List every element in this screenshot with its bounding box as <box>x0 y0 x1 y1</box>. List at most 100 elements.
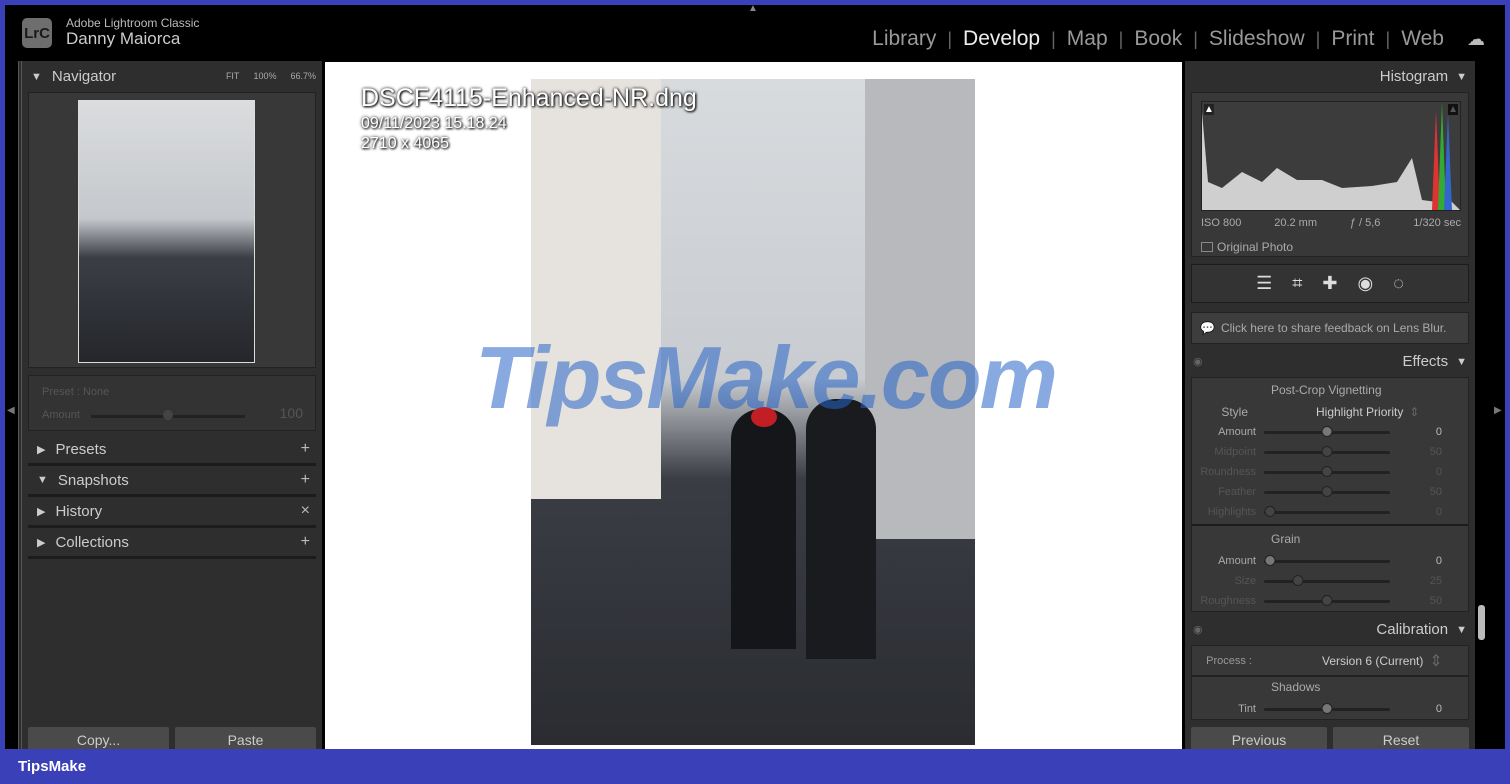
right-panel: Histogram▼ ▲ ▲ ISO 80020.2 mmƒ / 5,61/32… <box>1185 61 1475 749</box>
navigator-preview[interactable] <box>28 92 316 368</box>
slider-value: 0 <box>1390 506 1442 518</box>
slider-label: Midpoint <box>1192 446 1264 458</box>
histogram-graph[interactable]: ▲ ▲ <box>1201 101 1461 211</box>
process-value: Version 6 (Current) <box>1322 654 1423 668</box>
cloud-icon[interactable]: ☁ <box>1467 29 1485 50</box>
grain-amount-slider[interactable] <box>1264 560 1390 563</box>
slider-knob[interactable] <box>1265 506 1276 517</box>
slider-knob[interactable] <box>1322 426 1333 437</box>
crop-icon[interactable]: ⌗ <box>1292 273 1302 294</box>
slider-label: Roundness <box>1192 466 1264 478</box>
grain-amount-row: Amount0 <box>1192 551 1468 571</box>
module-picker: Library| Develop| Map| Book| Slideshow| … <box>861 27 1485 51</box>
vignette-amount-row: Amount0 <box>1192 422 1468 442</box>
process-select[interactable]: Process :Version 6 (Current)⇕ <box>1191 645 1469 676</box>
effects-header[interactable]: ◉Effects▼ <box>1185 346 1475 377</box>
grain-roughness-slider[interactable] <box>1264 600 1390 603</box>
module-slideshow[interactable]: Slideshow <box>1198 27 1316 51</box>
section-snapshots[interactable]: ▼Snapshots+ <box>28 466 316 497</box>
collapse-top-arrow-icon[interactable]: ▲ <box>748 3 758 14</box>
clear-history-icon[interactable]: × <box>301 502 310 520</box>
section-history[interactable]: ▶History× <box>28 497 316 528</box>
original-photo-checkbox[interactable]: Original Photo <box>1201 240 1293 254</box>
shadow-clipping-icon[interactable]: ▲ <box>1204 104 1214 115</box>
tint-value: 0 <box>1390 703 1442 715</box>
vignette-roundness-slider[interactable] <box>1264 471 1390 474</box>
add-preset-icon[interactable]: + <box>301 440 310 458</box>
vignette-highlights-row: Highlights 0 <box>1192 502 1468 522</box>
collapse-triangle-icon: ▼ <box>31 71 42 83</box>
calibration-shadows: Shadows Tint0 <box>1191 676 1469 720</box>
tipsmake-banner: TipsMake <box>0 749 1510 784</box>
vignette-roundness-row: Roundness0 <box>1192 462 1468 482</box>
slider-value: 25 <box>1390 575 1442 587</box>
zoom-custom[interactable]: 66.7% <box>290 71 316 81</box>
preset-amount-box: Preset : None Amount 100 <box>28 375 316 431</box>
style-value: Highlight Priority <box>1316 405 1403 419</box>
photo-dimensions: 2710 x 4065 <box>361 135 697 153</box>
vignette-style-select[interactable]: StyleHighlight Priority⇕ <box>1192 402 1468 422</box>
collapse-left-arrow-icon[interactable]: ◀ <box>7 405 15 416</box>
grain-title: Grain <box>1192 532 1468 551</box>
collapse-right-arrow-icon[interactable]: ▶ <box>1494 405 1502 416</box>
vignette-amount-slider[interactable] <box>1264 431 1390 434</box>
vignette-feather-slider[interactable] <box>1264 491 1390 494</box>
navigator-thumbnail[interactable] <box>78 100 255 363</box>
module-develop[interactable]: Develop <box>952 27 1051 51</box>
add-snapshot-icon[interactable]: + <box>301 471 310 489</box>
vignette-highlights-slider[interactable] <box>1264 511 1390 514</box>
highlight-clipping-icon[interactable]: ▲ <box>1448 104 1458 115</box>
calibration-header[interactable]: ◉Calibration▼ <box>1185 614 1475 645</box>
section-collections[interactable]: ▶Collections+ <box>28 528 316 559</box>
masking-icon[interactable]: ◌ <box>1393 273 1404 294</box>
section-presets[interactable]: ▶Presets+ <box>28 435 316 466</box>
slider-knob[interactable] <box>1322 595 1333 606</box>
left-panel: ▼ Navigator FIT 100% 66.7% Preset : None Am… <box>18 61 322 749</box>
calibration-title: Calibration <box>1376 621 1448 638</box>
slider-knob[interactable] <box>1322 446 1333 457</box>
grain-size-slider[interactable] <box>1264 580 1390 583</box>
histogram-header[interactable]: Histogram▼ <box>1185 61 1475 92</box>
slider-knob[interactable] <box>1322 466 1333 477</box>
slider-knob[interactable] <box>1265 555 1276 566</box>
red-eye-icon[interactable]: ◉ <box>1357 273 1373 294</box>
eye-icon[interactable]: ◉ <box>1193 355 1203 368</box>
preset-amount-slider[interactable] <box>91 415 245 418</box>
vignette-midpoint-slider[interactable] <box>1264 451 1390 454</box>
zoom-100[interactable]: 100% <box>253 71 276 81</box>
eye-icon[interactable]: ◉ <box>1193 623 1203 636</box>
slider-label: Feather <box>1192 486 1264 498</box>
amount-label: Amount <box>42 409 80 421</box>
lrc-logo: LrC <box>22 18 52 48</box>
photo-canvas[interactable]: TipsMake.com DSCF4115-Enhanced-NR.dng 09… <box>325 62 1182 749</box>
vignette-midpoint-row: Midpoint50 <box>1192 442 1468 462</box>
effects-panel: Post-Crop Vignetting StyleHighlight Prio… <box>1191 377 1469 612</box>
process-label: Process : <box>1192 655 1252 667</box>
lens-blur-feedback[interactable]: 💬Click here to share feedback on Lens Bl… <box>1191 312 1469 344</box>
user-name: Danny Maiorca <box>66 29 180 49</box>
slider-label: Amount <box>1192 555 1264 567</box>
healing-bandage-icon[interactable]: ✚ <box>1322 273 1337 294</box>
watermark: TipsMake.com <box>475 327 1056 429</box>
aperture: ƒ / 5,6 <box>1350 217 1381 229</box>
module-print[interactable]: Print <box>1320 27 1385 51</box>
tint-slider[interactable] <box>1264 708 1390 711</box>
slider-label: Highlights <box>1192 506 1264 518</box>
add-collection-icon[interactable]: + <box>301 533 310 551</box>
navigator-title: Navigator <box>52 68 116 85</box>
edit-sliders-icon[interactable]: ☰ <box>1256 273 1272 294</box>
histogram-box: ▲ ▲ ISO 80020.2 mmƒ / 5,61/320 sec Origi… <box>1191 92 1469 257</box>
photo-filename: DSCF4115-Enhanced-NR.dng <box>361 84 697 113</box>
module-library[interactable]: Library <box>861 27 947 51</box>
zoom-fit[interactable]: FIT <box>226 71 240 81</box>
slider-knob[interactable] <box>1293 575 1304 586</box>
feedback-text: Click here to share feedback on Lens Blu… <box>1221 321 1446 335</box>
module-book[interactable]: Book <box>1123 27 1193 51</box>
slider-knob[interactable] <box>1322 703 1333 714</box>
module-map[interactable]: Map <box>1056 27 1119 51</box>
slider-knob[interactable] <box>163 410 173 420</box>
slider-knob[interactable] <box>1322 486 1333 497</box>
right-panel-scrollbar[interactable] <box>1478 605 1485 640</box>
module-web[interactable]: Web <box>1390 27 1455 51</box>
navigator-header[interactable]: ▼ Navigator FIT 100% 66.7% <box>22 61 322 92</box>
